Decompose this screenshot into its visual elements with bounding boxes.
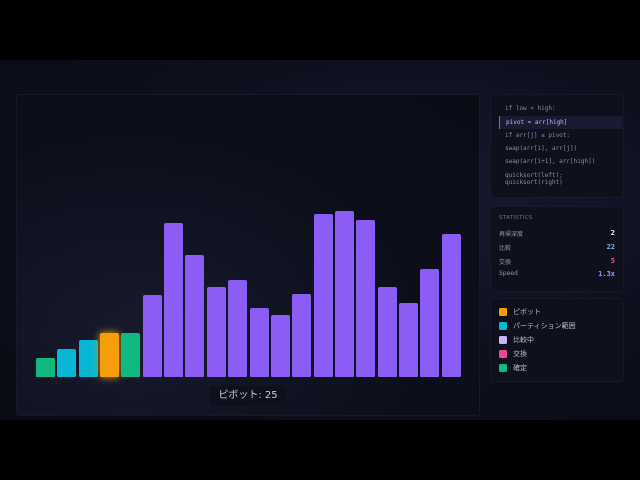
array-bar-default — [292, 294, 312, 377]
legend-item-partition: パーティション範囲 — [499, 321, 617, 331]
array-bar-default — [228, 280, 248, 377]
code-line: if arr[j] ≤ pivot: — [505, 132, 571, 139]
array-bar-default — [420, 269, 440, 377]
stat-row-swaps: 交換 5 — [499, 257, 615, 267]
code-line: swap(arr[i], arr[j]) — [505, 145, 578, 152]
stat-value: 5 — [610, 257, 615, 265]
array-bar-default — [164, 223, 184, 377]
code-line: quicksort(right) — [505, 179, 563, 186]
stat-value: 22 — [606, 243, 615, 251]
statistics-title: STATISTICS — [499, 215, 533, 221]
legend-swatch — [499, 364, 507, 372]
array-bar-partition — [57, 349, 77, 377]
legend-item-pivot: ピボット — [499, 307, 617, 317]
array-bar-default — [441, 234, 461, 377]
legend-swatch — [499, 350, 507, 358]
stat-label: Speed — [499, 270, 518, 277]
legend-swatch — [499, 322, 507, 330]
array-bar-default — [377, 287, 397, 377]
legend-label: 交換 — [513, 350, 527, 358]
legend-label: パーティション範囲 — [513, 322, 576, 330]
bar-visualizer — [16, 94, 480, 416]
array-bar-default — [142, 295, 162, 377]
array-bar-default — [334, 211, 354, 377]
array-bar-default — [398, 303, 418, 377]
stat-row-comparisons: 比較 22 — [499, 243, 615, 253]
code-panel: if low < high: pivot = arr[high] if arr[… — [490, 94, 624, 198]
stat-label: 再帰深度 — [499, 231, 524, 238]
app-stage: ピボット: 25 if low < high: pivot = arr[high… — [0, 60, 640, 420]
legend-panel: ピボット パーティション範囲 比較中 交換 確定 — [490, 298, 624, 382]
legend-item-swap: 交換 — [499, 349, 617, 359]
array-bar-default — [356, 220, 376, 377]
legend-swatch — [499, 308, 507, 316]
legend-swatch — [499, 336, 507, 344]
legend-label: ピボット — [513, 308, 541, 316]
stat-row-speed: Speed 1.3x — [499, 270, 615, 280]
array-bar-default — [185, 255, 205, 377]
legend-item-confirmed: 確定 — [499, 363, 617, 373]
array-bar-default — [249, 308, 269, 377]
statistics-panel: STATISTICS 再帰深度 2 比較 22 交換 5 Speed 1.3x — [490, 206, 624, 292]
array-bar-confirmed — [36, 358, 55, 377]
array-bar-default — [270, 315, 290, 377]
code-line: swap(arr[i+1], arr[high]) — [505, 158, 596, 165]
stat-row-depth: 再帰深度 2 — [499, 229, 615, 239]
array-bar-default — [313, 214, 333, 377]
stat-label: 交換 — [499, 259, 512, 266]
stat-label: 比較 — [499, 245, 512, 252]
legend-item-comparing: 比較中 — [499, 335, 617, 345]
array-bar-default — [206, 287, 226, 377]
code-line: if low < high: — [505, 105, 556, 112]
code-line-active: pivot = arr[high] — [499, 116, 622, 129]
stat-value: 2 — [610, 229, 615, 237]
code-line: quicksort(left); — [505, 172, 563, 179]
stat-value: 1.3x — [598, 270, 615, 278]
legend-label: 確定 — [513, 364, 527, 372]
array-bar-pivot — [100, 333, 120, 377]
array-bar-confirmed — [121, 333, 141, 377]
array-bar-partition — [78, 340, 98, 377]
pivot-value-label: ピボット: 25 — [210, 386, 286, 406]
legend-label: 比較中 — [513, 336, 534, 344]
